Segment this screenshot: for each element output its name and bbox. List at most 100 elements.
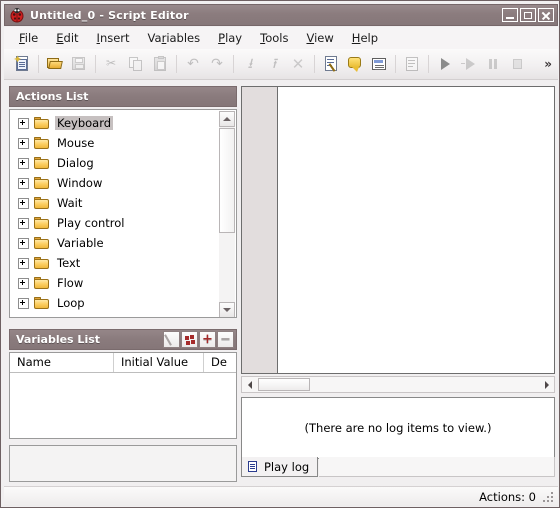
- toolbar-separator: [314, 55, 315, 73]
- undo-button[interactable]: ↶: [181, 52, 205, 76]
- script-horizontal-scrollbar[interactable]: [241, 376, 555, 393]
- minimize-button[interactable]: [502, 8, 518, 22]
- tree-item-wait[interactable]: Wait: [10, 193, 219, 213]
- menu-view[interactable]: View: [297, 28, 342, 48]
- application-window: Untitled_0 - Script Editor File Edit Ins…: [0, 0, 560, 508]
- scroll-right-button[interactable]: [539, 377, 554, 392]
- actions-list-header: Actions List: [9, 86, 237, 107]
- tree-item-flow[interactable]: Flow: [10, 273, 219, 293]
- edit-variable-button[interactable]: [163, 331, 180, 348]
- tree-item-dialog[interactable]: Dialog: [10, 153, 219, 173]
- actions-tree-list: Keyboard Mouse Dialog Window Wait Play c…: [10, 110, 219, 313]
- menu-play[interactable]: Play: [209, 28, 251, 48]
- play-triangle-icon: [436, 55, 454, 73]
- maximize-button[interactable]: [520, 8, 536, 22]
- scroll-track[interactable]: [310, 377, 539, 392]
- step-button[interactable]: [457, 52, 481, 76]
- scroll-thumb[interactable]: [258, 378, 310, 391]
- script-list-button[interactable]: [400, 52, 424, 76]
- actions-list-title: Actions List: [16, 90, 89, 103]
- tree-item-keyboard[interactable]: Keyboard: [10, 113, 219, 133]
- toolbar-overflow-button[interactable]: »: [544, 57, 552, 71]
- folder-icon: [34, 176, 50, 190]
- play-button[interactable]: [433, 52, 457, 76]
- arrow-up-icon: ⭱: [271, 56, 277, 72]
- actions-tree-scrollbar[interactable]: [219, 111, 235, 317]
- folder-icon: [34, 276, 50, 290]
- status-actions-count: Actions: 0: [479, 489, 536, 504]
- expand-icon[interactable]: [18, 117, 29, 129]
- remove-variable-button[interactable]: −: [217, 331, 234, 348]
- expand-icon[interactable]: [18, 257, 29, 269]
- minus-icon: −: [220, 332, 231, 347]
- comment-button[interactable]: [343, 52, 367, 76]
- move-up-button[interactable]: ⭱: [262, 52, 286, 76]
- expand-icon[interactable]: [18, 277, 29, 289]
- column-header-name[interactable]: Name: [10, 353, 114, 372]
- open-button[interactable]: [43, 52, 67, 76]
- tab-strip-filler: [319, 457, 555, 477]
- resize-grip[interactable]: [543, 492, 555, 504]
- tree-item-loop[interactable]: Loop: [10, 293, 219, 313]
- stop-square-icon: [508, 55, 526, 73]
- stop-button[interactable]: [505, 52, 529, 76]
- speech-bubble-icon: [346, 55, 364, 73]
- expand-icon[interactable]: [18, 197, 29, 209]
- scroll-down-button[interactable]: [219, 302, 235, 317]
- column-header-initial-value[interactable]: Initial Value: [114, 353, 204, 372]
- folder-icon: [34, 256, 50, 270]
- tab-play-log[interactable]: Play log: [241, 457, 319, 477]
- menu-tools[interactable]: Tools: [251, 28, 297, 48]
- menu-file[interactable]: File: [10, 28, 47, 48]
- scroll-up-button[interactable]: [219, 111, 235, 127]
- scroll-left-button[interactable]: [242, 377, 257, 392]
- cut-button[interactable]: ✂: [100, 52, 124, 76]
- close-button[interactable]: [538, 8, 554, 22]
- menu-bar: File Edit Insert Variables Play Tools Vi…: [4, 27, 558, 49]
- expand-icon[interactable]: [18, 237, 29, 249]
- variables-table[interactable]: Name Initial Value De: [9, 352, 237, 439]
- save-disk-icon: [70, 55, 88, 73]
- toolbar-separator: [395, 55, 396, 73]
- tree-item-window[interactable]: Window: [10, 173, 219, 193]
- expand-icon[interactable]: [18, 137, 29, 149]
- script-editor-area[interactable]: [241, 86, 555, 374]
- menu-edit[interactable]: Edit: [47, 28, 87, 48]
- secondary-empty-panel: [9, 445, 237, 482]
- duplicate-variable-button[interactable]: [181, 331, 198, 348]
- delete-button[interactable]: ✕: [286, 52, 310, 76]
- menu-insert[interactable]: Insert: [88, 28, 139, 48]
- expand-icon[interactable]: [18, 297, 29, 309]
- scroll-thumb[interactable]: [219, 128, 235, 233]
- expand-icon[interactable]: [18, 217, 29, 229]
- toolbar-separator: [95, 55, 96, 73]
- tree-item-text[interactable]: Text: [10, 253, 219, 273]
- new-script-button[interactable]: ✦: [10, 52, 34, 76]
- expand-icon[interactable]: [18, 177, 29, 189]
- column-header-description[interactable]: De: [204, 353, 236, 372]
- copy-button[interactable]: [124, 52, 148, 76]
- tree-item-mouse[interactable]: Mouse: [10, 133, 219, 153]
- save-button[interactable]: [67, 52, 91, 76]
- editor-gutter: [242, 87, 278, 373]
- arrow-down-icon: ⭳: [247, 56, 253, 72]
- add-variable-button[interactable]: +: [199, 331, 216, 348]
- menu-help[interactable]: Help: [343, 28, 387, 48]
- undo-arrow-icon: ↶: [187, 56, 199, 72]
- tree-item-play-control[interactable]: Play control: [10, 213, 219, 233]
- script-list-icon: [403, 55, 421, 73]
- x-delete-icon: ✕: [291, 55, 305, 73]
- actions-tree[interactable]: Keyboard Mouse Dialog Window Wait Play c…: [9, 109, 237, 318]
- list-window-icon: [370, 55, 388, 73]
- tree-item-variable[interactable]: Variable: [10, 233, 219, 253]
- properties-button[interactable]: [367, 52, 391, 76]
- expand-icon[interactable]: [18, 157, 29, 169]
- log-view: (There are no log items to view.): [241, 397, 555, 459]
- edit-action-button[interactable]: [319, 52, 343, 76]
- new-document-icon: ✦: [13, 54, 31, 73]
- pause-button[interactable]: [481, 52, 505, 76]
- menu-variables[interactable]: Variables: [139, 28, 210, 48]
- redo-button[interactable]: ↷: [205, 52, 229, 76]
- paste-button[interactable]: [148, 52, 172, 76]
- move-down-button[interactable]: ⭳: [238, 52, 262, 76]
